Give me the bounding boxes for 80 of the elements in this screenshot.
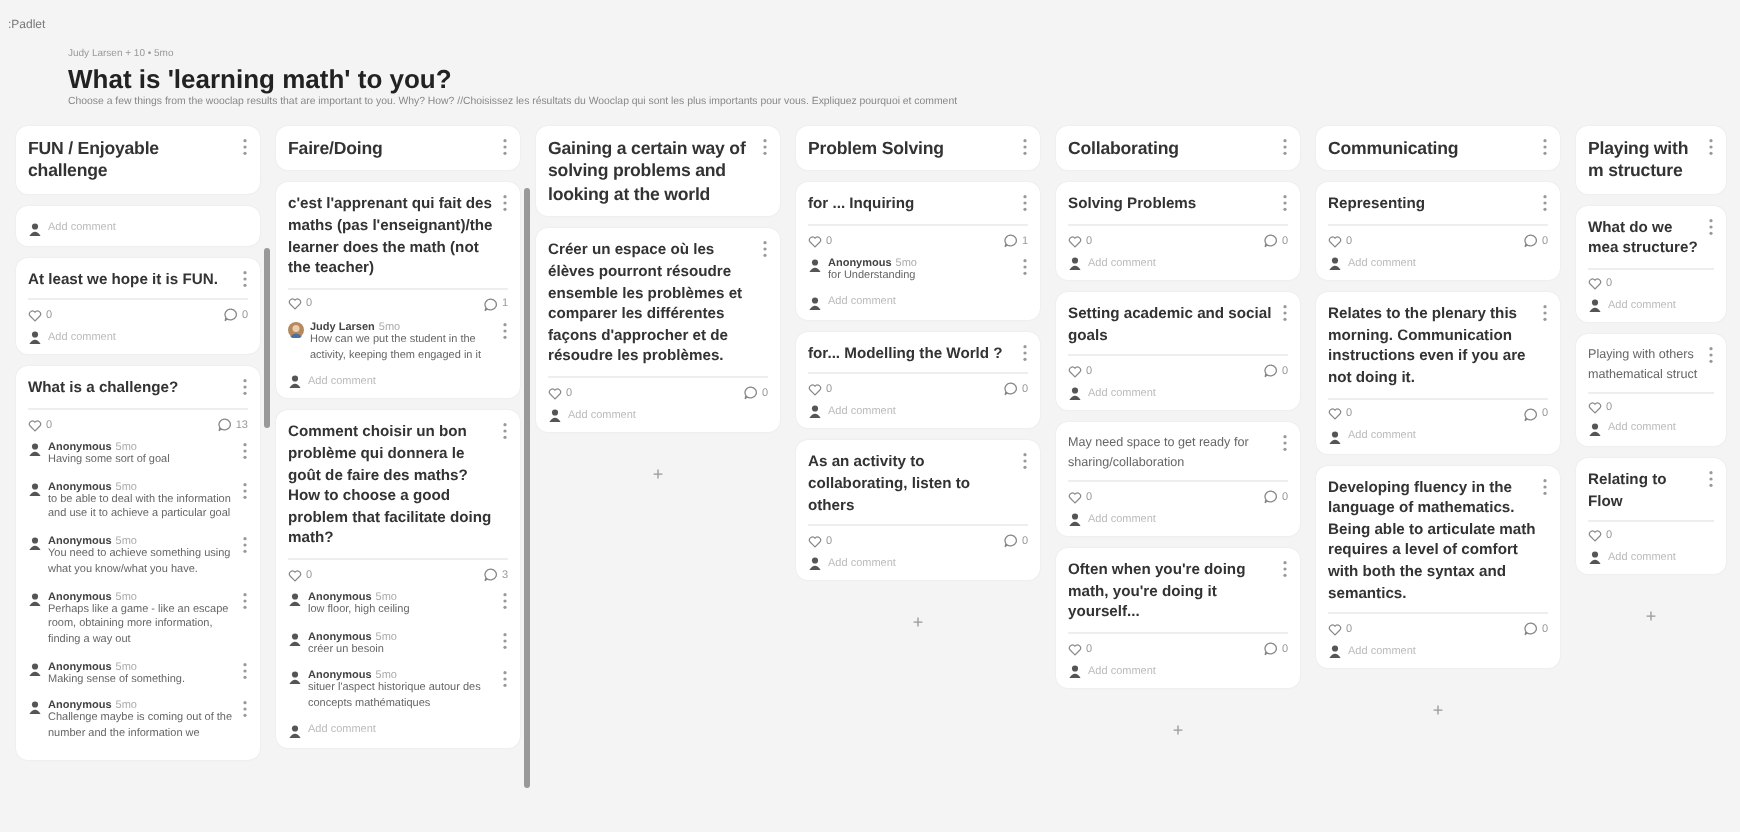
more-options-icon[interactable]: [1022, 343, 1028, 362]
more-options-icon[interactable]: [502, 670, 508, 689]
more-options-icon[interactable]: [1708, 346, 1714, 365]
add-post-button[interactable]: +: [640, 460, 676, 489]
more-options-icon[interactable]: [242, 269, 248, 288]
more-options-icon[interactable]: [1022, 194, 1028, 213]
avatar-icon: [28, 481, 42, 496]
more-options-icon[interactable]: [242, 481, 248, 500]
more-options-icon[interactable]: [1542, 138, 1548, 156]
more-options-icon[interactable]: [502, 422, 508, 441]
avatar-icon: [28, 330, 42, 345]
more-options-icon[interactable]: [1708, 469, 1714, 488]
avatar-icon: [808, 556, 822, 571]
more-options-icon[interactable]: [1282, 138, 1288, 156]
avatar-icon: [1068, 664, 1082, 679]
avatar-icon: [28, 442, 42, 457]
more-options-icon[interactable]: [1022, 138, 1028, 156]
column-title: Gaining a certain way of solving problems and looking at the world: [548, 138, 748, 207]
more-options-icon[interactable]: [502, 631, 508, 650]
more-options-icon[interactable]: [1282, 304, 1288, 323]
avatar-icon: [288, 592, 302, 607]
more-options-icon[interactable]: [242, 442, 248, 461]
add-post-button[interactable]: +: [900, 608, 936, 637]
avatar-icon: [1328, 429, 1342, 444]
avatar-icon: [1588, 550, 1602, 565]
more-options-icon[interactable]: [502, 138, 508, 156]
avatar-icon: [1588, 298, 1602, 313]
avatar-icon: [288, 670, 302, 685]
more-options-icon[interactable]: [1022, 452, 1028, 471]
more-options-icon[interactable]: [502, 194, 508, 213]
more-options-icon[interactable]: [1282, 434, 1288, 453]
more-options-icon[interactable]: [502, 321, 508, 340]
avatar-icon: [1328, 644, 1342, 659]
column-title: FUN / Enjoyable challenge: [28, 138, 161, 184]
avatar-icon: [288, 374, 302, 389]
more-options-icon[interactable]: [242, 661, 248, 680]
column-title: Collaborating: [1068, 138, 1179, 161]
avatar-icon: [1068, 386, 1082, 401]
more-options-icon[interactable]: [1542, 304, 1548, 323]
more-options-icon[interactable]: [1542, 194, 1548, 213]
scrollbar[interactable]: [524, 188, 530, 788]
avatar-icon: [288, 723, 302, 738]
scrollbar[interactable]: [264, 248, 270, 428]
more-options-icon[interactable]: [242, 536, 248, 555]
avatar-icon: [1068, 512, 1082, 527]
more-options-icon[interactable]: [1542, 477, 1548, 496]
column-title: Problem Solving: [808, 138, 944, 161]
column-title: Communicating: [1328, 138, 1459, 161]
avatar-icon: [288, 631, 302, 646]
add-post-button[interactable]: +: [1633, 602, 1669, 631]
user-avatar-icon: [288, 321, 304, 338]
more-options-icon[interactable]: [242, 138, 248, 156]
avatar-icon: [808, 295, 822, 310]
avatar-icon: [1588, 421, 1602, 436]
avatar-icon: [1068, 256, 1082, 271]
more-options-icon[interactable]: [1282, 560, 1288, 579]
add-post-button[interactable]: +: [1160, 716, 1196, 745]
board-title: What is 'learning math' to you?: [68, 64, 452, 94]
avatar-icon: [28, 700, 42, 715]
more-options-icon[interactable]: [242, 591, 248, 610]
column-title: Playing with m structure: [1588, 138, 1691, 184]
avatar-icon: [1328, 256, 1342, 271]
more-options-icon[interactable]: [242, 378, 248, 397]
more-options-icon[interactable]: [1708, 138, 1714, 156]
avatar-icon: [28, 661, 42, 676]
avatar-icon: [548, 408, 562, 423]
add-post-button[interactable]: +: [1420, 696, 1456, 725]
more-options-icon[interactable]: [762, 138, 768, 156]
avatar-icon: [28, 591, 42, 606]
avatar-icon: [808, 258, 822, 273]
avatar-icon: [28, 221, 42, 236]
more-options-icon[interactable]: [502, 592, 508, 611]
more-options-icon[interactable]: [1708, 217, 1714, 236]
column-title: Faire/Doing: [288, 138, 383, 161]
more-options-icon[interactable]: [242, 700, 248, 719]
more-options-icon[interactable]: [762, 240, 768, 259]
avatar-icon: [808, 404, 822, 419]
more-options-icon[interactable]: [1282, 194, 1288, 213]
avatar-icon: [28, 536, 42, 551]
more-options-icon[interactable]: [1022, 258, 1028, 277]
